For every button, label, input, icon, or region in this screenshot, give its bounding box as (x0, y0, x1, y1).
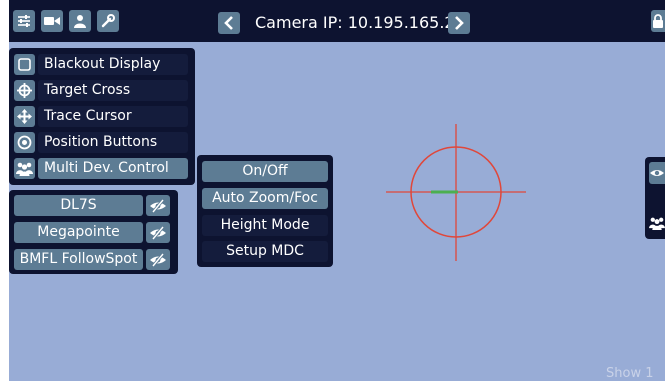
device-button-dl7s[interactable]: DL7S (14, 195, 143, 216)
eye-slash-icon (150, 225, 166, 240)
target-cross-overlay (386, 124, 526, 261)
setup-mdc-button[interactable]: Setup MDC (202, 241, 328, 262)
menu-item-trace-cursor[interactable]: Trace Cursor (14, 106, 190, 127)
right-users-button[interactable] (649, 213, 665, 233)
lock-button[interactable] (651, 10, 665, 32)
square-icon (14, 54, 35, 75)
device-button-megapointe[interactable]: Megapointe (14, 222, 143, 243)
wrench-icon (101, 14, 115, 28)
sliders-button[interactable] (13, 10, 35, 32)
display-options-menu: Blackout Display Target Cross Trace Curs… (9, 48, 195, 185)
camera-button[interactable] (41, 10, 63, 32)
eye-icon (650, 170, 664, 176)
device-list-panel: DL7S Megapointe BMFL FollowSpot (9, 190, 178, 274)
device-visibility-toggle[interactable] (146, 249, 170, 270)
menu-item-blackout-display[interactable]: Blackout Display (14, 54, 190, 75)
lock-icon (653, 14, 663, 28)
show-label: Show 1 (606, 366, 654, 381)
top-toolbar: Camera IP: 10.195.165.22 (9, 0, 665, 42)
eye-slash-icon (150, 252, 166, 267)
move-arrows-icon (14, 106, 35, 127)
camera-icon (44, 17, 60, 25)
users-icon (14, 158, 35, 179)
menu-item-target-cross[interactable]: Target Cross (14, 80, 190, 101)
user-button[interactable] (69, 10, 91, 32)
chevron-right-icon (455, 16, 464, 30)
users-icon (649, 217, 665, 230)
menu-item-label: Target Cross (38, 80, 188, 101)
height-mode-button[interactable]: Height Mode (202, 215, 328, 236)
menu-item-multi-dev-control[interactable]: Multi Dev. Control (14, 158, 190, 179)
crosshair-icon (14, 80, 35, 101)
menu-item-label: Trace Cursor (38, 106, 188, 127)
on-off-button[interactable]: On/Off (202, 161, 328, 182)
eye-slash-icon (150, 198, 166, 213)
menu-item-position-buttons[interactable]: Position Buttons (14, 132, 190, 153)
menu-item-label: Position Buttons (38, 132, 188, 153)
auto-zoom-focus-button[interactable]: Auto Zoom/Foc (202, 188, 328, 209)
mdc-submenu: On/Off Auto Zoom/Foc Height Mode Setup M… (197, 155, 333, 267)
wrench-button[interactable] (97, 10, 119, 32)
menu-item-label: Multi Dev. Control (38, 158, 188, 179)
user-icon (74, 15, 86, 28)
left-edge-strip (0, 0, 9, 381)
menu-item-label: Blackout Display (38, 54, 188, 75)
device-visibility-toggle[interactable] (146, 222, 170, 243)
window-title: Camera IP: 10.195.165.22 (255, 13, 465, 32)
prev-camera-button[interactable] (218, 12, 240, 34)
device-visibility-toggle[interactable] (146, 195, 170, 216)
target-dot-icon (14, 132, 35, 153)
right-side-panel (645, 157, 665, 239)
device-button-bmfl-followspot[interactable]: BMFL FollowSpot (14, 249, 143, 270)
chevron-left-icon (224, 16, 233, 30)
next-camera-button[interactable] (448, 12, 470, 34)
sliders-icon (18, 15, 30, 27)
right-eye-button[interactable] (649, 162, 665, 184)
